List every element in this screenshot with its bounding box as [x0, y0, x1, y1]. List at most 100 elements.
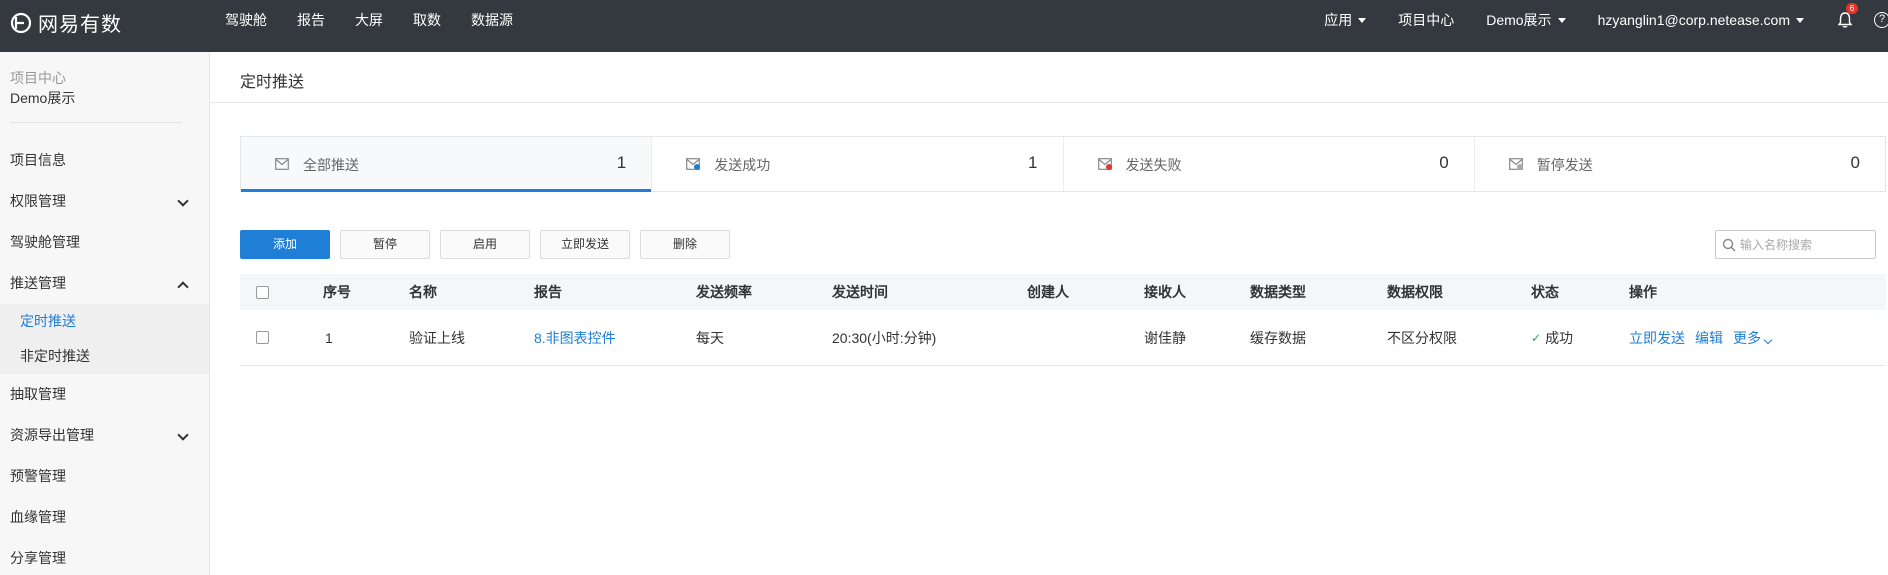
sidebar-item-permission[interactable]: 权限管理	[0, 181, 209, 222]
project-dropdown[interactable]: Demo展示	[1486, 10, 1566, 30]
sidebar-subitem-unscheduled-push[interactable]: 非定时推送	[0, 339, 209, 374]
sidebar-subitem-scheduled-push[interactable]: 定时推送	[0, 304, 209, 339]
chevron-down-icon	[177, 429, 189, 441]
project-center-link[interactable]: 项目中心	[1398, 10, 1454, 30]
sidebar-item-project-info[interactable]: 项目信息	[0, 140, 209, 181]
top-nav: 驾驶舱 报告 大屏 取数 数据源	[225, 0, 543, 40]
mail-paused-icon	[1508, 158, 1523, 170]
page-title: 定时推送	[240, 74, 305, 91]
col-header-creator: 创建人	[1027, 284, 1069, 300]
send-now-link[interactable]: 立即发送	[1629, 328, 1685, 348]
more-dropdown[interactable]: 更多	[1733, 328, 1773, 348]
stat-label: 全部推送	[303, 157, 359, 173]
cell-data-permission: 不区分权限	[1387, 329, 1457, 346]
stat-count: 0	[1439, 153, 1449, 172]
chevron-down-icon	[1763, 335, 1773, 344]
col-header-name: 名称	[409, 284, 437, 300]
mail-fail-icon	[1097, 158, 1112, 170]
mail-success-icon	[686, 158, 701, 170]
row-checkbox[interactable]	[256, 331, 269, 344]
col-header-receiver: 接收人	[1144, 284, 1186, 300]
cell-status: ✓ 成功	[1531, 310, 1573, 365]
col-header-send-time: 发送时间	[832, 284, 888, 300]
nav-bigscreen[interactable]: 大屏	[355, 0, 399, 40]
stat-count: 0	[1850, 153, 1860, 172]
enable-button[interactable]: 启用	[440, 230, 530, 259]
cell-send-time: 20:30(小时:分钟)	[832, 329, 937, 346]
stat-tab-success[interactable]: 发送成功 1	[652, 137, 1064, 191]
stats-tabs: 全部推送 1 发送成功 1 发送失败 0 暂停发送 0	[240, 136, 1886, 192]
top-bar: 网易有数 驾驶舱 报告 大屏 取数 数据源 应用 项目中心 Demo展示 hzy…	[0, 0, 1888, 52]
sidebar-item-export-mgmt[interactable]: 资源导出管理	[0, 415, 209, 456]
chevron-up-icon	[177, 281, 189, 293]
stat-tab-all[interactable]: 全部推送 1	[241, 137, 653, 192]
mail-icon	[275, 158, 289, 170]
table-header: 序号 名称 报告 发送频率 发送时间 创建人 接收人 数据类型 数据权限 状态 …	[240, 274, 1886, 310]
nav-datasource[interactable]: 数据源	[471, 0, 529, 40]
stat-count: 1	[1028, 153, 1038, 172]
user-email: hzyanglin1@corp.netease.com	[1597, 12, 1790, 28]
project-name: Demo展示	[10, 90, 76, 106]
stat-tab-paused[interactable]: 暂停发送 0	[1475, 137, 1885, 191]
select-all-cell	[256, 274, 269, 310]
col-header-actions: 操作	[1629, 284, 1657, 300]
select-all-checkbox[interactable]	[256, 285, 269, 299]
apps-label: 应用	[1324, 12, 1353, 28]
search-input[interactable]	[1740, 237, 1870, 252]
nav-report[interactable]: 报告	[297, 0, 341, 40]
stat-label: 发送失败	[1125, 157, 1182, 173]
project-info: 项目中心 Demo展示	[10, 68, 182, 123]
stat-label: 发送成功	[714, 157, 771, 173]
sidebar-item-push-mgmt[interactable]: 推送管理	[0, 263, 209, 304]
logo[interactable]: 网易有数	[10, 8, 122, 37]
sidebar-item-label: 资源导出管理	[10, 427, 94, 443]
status-text: 成功	[1545, 329, 1574, 346]
user-dropdown[interactable]: hzyanglin1@corp.netease.com	[1598, 12, 1804, 28]
project-center-label: 项目中心	[10, 70, 66, 86]
delete-button[interactable]: 删除	[640, 230, 730, 259]
cell-actions: 立即发送 编辑 更多	[1629, 310, 1773, 365]
sidebar-item-extract-mgmt[interactable]: 抽取管理	[0, 374, 209, 415]
add-button[interactable]: 添加	[240, 230, 330, 259]
cell-name: 验证上线	[409, 329, 465, 346]
search-icon	[1722, 238, 1736, 252]
divider	[210, 102, 1888, 103]
table-row: 1 验证上线 8.非图表控件 每天 20:30(小时:分钟) 谢佳静 缓存数据 …	[240, 310, 1886, 366]
pause-button[interactable]: 暂停	[340, 230, 430, 259]
logo-text: 网易有数	[38, 14, 122, 36]
edit-link[interactable]: 编辑	[1695, 328, 1723, 348]
sidebar: 项目中心 Demo展示 项目信息 权限管理 驾驶舱管理 推送管理 定时推送 非定…	[0, 52, 210, 575]
notification-badge: 6	[1846, 3, 1858, 14]
col-header-status: 状态	[1531, 284, 1559, 300]
caret-down-icon	[1557, 17, 1566, 23]
col-header-data-type: 数据类型	[1250, 284, 1306, 300]
sidebar-item-alert-mgmt[interactable]: 预警管理	[0, 456, 209, 497]
col-header-report: 报告	[534, 284, 562, 300]
top-right-menu: 应用 项目中心 Demo展示 hzyanglin1@corp.netease.c…	[1324, 0, 1888, 40]
push-table: 序号 名称 报告 发送频率 发送时间 创建人 接收人 数据类型 数据权限 状态 …	[240, 274, 1886, 366]
col-header-data-permission: 数据权限	[1387, 284, 1443, 300]
help-icon[interactable]: ?	[1874, 12, 1888, 28]
cell-frequency: 每天	[696, 329, 724, 346]
sidebar-item-share-mgmt[interactable]: 分享管理	[0, 538, 209, 575]
stat-tab-failed[interactable]: 发送失败 0	[1064, 137, 1475, 191]
more-label: 更多	[1733, 329, 1761, 346]
sidebar-item-lineage-mgmt[interactable]: 血缘管理	[0, 497, 209, 538]
col-header-frequency: 发送频率	[696, 284, 752, 300]
check-icon: ✓	[1531, 330, 1542, 345]
notification-button[interactable]: 6	[1836, 3, 1858, 29]
cell-index: 1	[325, 329, 333, 346]
cell-data-type: 缓存数据	[1250, 329, 1306, 346]
cell-receiver: 谢佳静	[1144, 329, 1186, 346]
main-content: 定时推送 全部推送 1 发送成功 1 发送失败 0 暂停发送 0 添加 暂停 启…	[210, 52, 1888, 575]
nav-query[interactable]: 取数	[413, 0, 457, 40]
send-now-button[interactable]: 立即发送	[540, 230, 630, 259]
row-select-cell	[256, 310, 269, 365]
sidebar-item-label: 推送管理	[10, 275, 66, 291]
caret-down-icon	[1358, 17, 1367, 23]
caret-down-icon	[1796, 17, 1804, 23]
sidebar-item-dashboard-mgmt[interactable]: 驾驶舱管理	[0, 222, 209, 263]
cell-report-link[interactable]: 8.非图表控件	[534, 310, 616, 365]
nav-dashboard[interactable]: 驾驶舱	[225, 0, 283, 40]
apps-dropdown[interactable]: 应用	[1324, 10, 1367, 30]
